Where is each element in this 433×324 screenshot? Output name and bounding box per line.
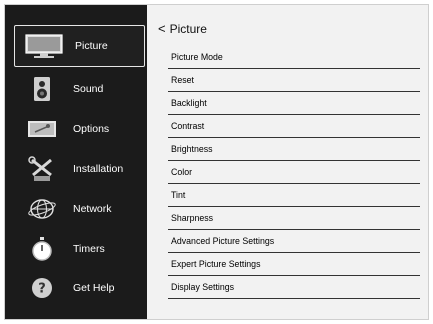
sidebar-item-sound[interactable]: Sound	[13, 71, 143, 107]
sidebar-item-label: Network	[73, 203, 112, 215]
back-chevron-icon[interactable]: <	[158, 22, 166, 35]
settings-sidebar: Picture Sound Options Installation Netwo…	[5, 5, 147, 319]
stopwatch-icon	[17, 234, 67, 264]
menu-item-reset[interactable]: Reset	[168, 69, 420, 92]
globe-icon	[17, 194, 67, 224]
sidebar-item-installation[interactable]: Installation	[13, 151, 143, 187]
page-title: Picture	[169, 22, 207, 36]
sidebar-item-label: Sound	[73, 83, 104, 95]
sidebar-item-label: Get Help	[73, 282, 115, 294]
menu-item-brightness[interactable]: Brightness	[168, 138, 420, 161]
sidebar-item-options[interactable]: Options	[13, 111, 143, 147]
picture-settings-menu: Picture Mode Reset Backlight Contrast Br…	[168, 46, 420, 299]
settings-main-panel: < Picture Picture Mode Reset Backlight C…	[148, 5, 428, 319]
menu-item-advanced-picture-settings[interactable]: Advanced Picture Settings	[168, 230, 420, 253]
menu-item-tint[interactable]: Tint	[168, 184, 420, 207]
sidebar-item-label: Timers	[73, 243, 105, 255]
sidebar-item-label: Picture	[75, 40, 108, 52]
menu-item-contrast[interactable]: Contrast	[168, 115, 420, 138]
speaker-icon	[17, 74, 67, 104]
tv-icon	[19, 31, 69, 61]
tools-icon	[17, 154, 67, 184]
options-icon	[17, 114, 67, 144]
menu-item-color[interactable]: Color	[168, 161, 420, 184]
sidebar-item-picture[interactable]: Picture	[14, 25, 145, 67]
settings-window: Picture Sound Options Installation Netwo…	[4, 4, 429, 320]
menu-item-backlight[interactable]: Backlight	[168, 92, 420, 115]
sidebar-item-label: Installation	[73, 163, 124, 175]
page-header[interactable]: < Picture	[158, 22, 207, 36]
menu-item-expert-picture-settings[interactable]: Expert Picture Settings	[168, 253, 420, 276]
sidebar-item-timers[interactable]: Timers	[13, 231, 143, 267]
sidebar-item-label: Options	[73, 123, 110, 135]
menu-item-sharpness[interactable]: Sharpness	[168, 207, 420, 230]
menu-item-display-settings[interactable]: Display Settings	[168, 276, 420, 299]
help-icon: ?	[17, 273, 67, 303]
sidebar-item-get-help[interactable]: ? Get Help	[13, 270, 143, 306]
menu-item-picture-mode[interactable]: Picture Mode	[168, 46, 420, 69]
svg-text:?: ?	[38, 282, 46, 297]
sidebar-item-network[interactable]: Network	[13, 191, 143, 227]
